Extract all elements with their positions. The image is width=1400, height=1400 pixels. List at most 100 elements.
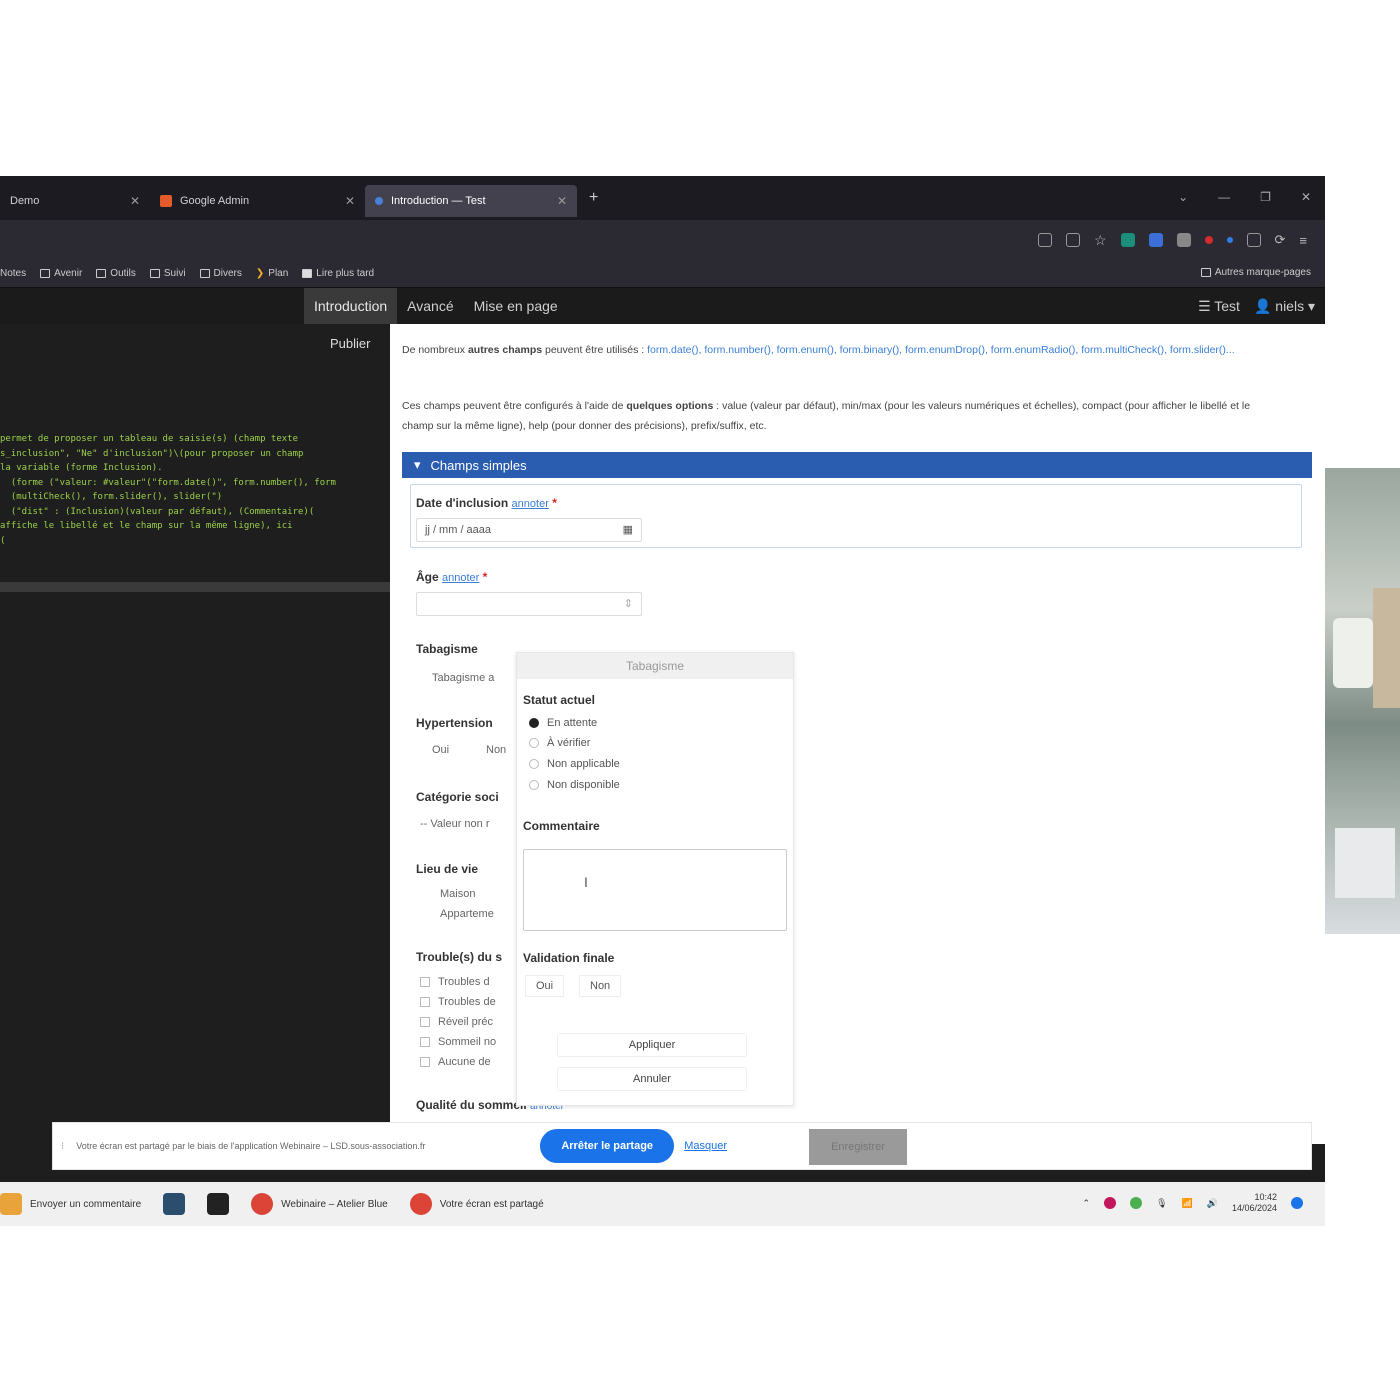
- taskbar-item[interactable]: Webinaire – Atelier Blue: [251, 1193, 388, 1215]
- radio-button[interactable]: [529, 718, 539, 728]
- dot-icon[interactable]: [1226, 237, 1233, 243]
- validation-no[interactable]: Non: [579, 975, 622, 997]
- age-input[interactable]: ⇕: [416, 592, 642, 616]
- checkbox[interactable]: [420, 1017, 430, 1028]
- minimize-icon[interactable]: —: [1218, 190, 1230, 204]
- stepper-icon[interactable]: ⇕: [624, 597, 633, 610]
- section-header[interactable]: ▾ Champs simples: [402, 452, 1312, 478]
- stop-sharing-button[interactable]: Arrêter le partage: [540, 1129, 675, 1163]
- date-input[interactable]: jj / mm / aaaa ▦: [416, 518, 642, 542]
- field-links[interactable]: form.date(), form.number(), form.enum(),…: [647, 344, 1235, 356]
- browser-tab-demo[interactable]: Demo ✕: [0, 185, 150, 217]
- bookmark-item[interactable]: Avenir: [40, 268, 82, 279]
- status-option[interactable]: À vérifier: [529, 737, 590, 749]
- restore-icon[interactable]: ❐: [1260, 190, 1271, 204]
- publish-button[interactable]: Publier: [330, 336, 370, 351]
- extension-icon[interactable]: [1148, 233, 1163, 247]
- annotate-link[interactable]: annoter: [512, 498, 549, 510]
- close-window-icon[interactable]: ✕: [1301, 190, 1311, 204]
- close-icon[interactable]: ✕: [130, 194, 140, 208]
- checkbox[interactable]: [420, 1057, 430, 1068]
- status-option[interactable]: Non disponible: [529, 779, 620, 791]
- chevron-down-icon[interactable]: ⌄: [1178, 190, 1188, 204]
- csp-select[interactable]: -- Valeur non r: [420, 818, 490, 830]
- taskbar-item[interactable]: [163, 1193, 186, 1215]
- bookmark-item[interactable]: Divers: [199, 268, 242, 279]
- tray-app-icon[interactable]: [1130, 1197, 1143, 1209]
- reader-icon[interactable]: [1037, 233, 1052, 247]
- record-icon[interactable]: [1204, 236, 1213, 244]
- tab-avance[interactable]: Avancé: [397, 288, 463, 324]
- folder-icon: [149, 269, 160, 278]
- wifi-icon[interactable]: 📶: [1182, 1198, 1193, 1209]
- comment-textarea[interactable]: I: [523, 849, 787, 931]
- screen-share-bar: ⁝ Votre écran est partagé par le biais d…: [52, 1122, 1312, 1170]
- chevron-up-icon[interactable]: ⌃: [1083, 1198, 1091, 1209]
- bookmark-item[interactable]: Lire plus tard: [302, 268, 374, 279]
- tabac-select[interactable]: Tabagisme a: [432, 672, 494, 684]
- status-option[interactable]: En attente: [529, 717, 597, 729]
- troubles-option[interactable]: Sommeil no: [420, 1036, 496, 1048]
- code-line: affiche le libellé et le champ sur la mê…: [0, 521, 293, 531]
- radio-button[interactable]: [529, 759, 539, 769]
- volume-icon[interactable]: 🔊: [1207, 1198, 1218, 1209]
- menu-icon[interactable]: ≡: [1299, 233, 1307, 248]
- troubles-option[interactable]: Réveil préc: [420, 1016, 493, 1028]
- extension-icon[interactable]: [1176, 233, 1191, 247]
- calendar-icon[interactable]: ▦: [623, 523, 633, 536]
- sync-icon[interactable]: ⟳: [1275, 232, 1286, 248]
- user-menu[interactable]: 👤 niels ▾: [1254, 298, 1315, 315]
- taskbar-item[interactable]: Envoyer un commentaire: [0, 1193, 141, 1215]
- bookmark-item[interactable]: Suivi: [149, 268, 186, 279]
- puzzle-icon[interactable]: [1246, 233, 1261, 247]
- radio-button[interactable]: [529, 780, 539, 790]
- status-option[interactable]: Non applicable: [529, 758, 620, 770]
- close-icon[interactable]: ✕: [557, 194, 567, 208]
- star-icon[interactable]: ☆: [1094, 232, 1107, 249]
- code-content[interactable]: permet de proposer un tableau de saisie(…: [0, 432, 390, 548]
- apply-button[interactable]: Appliquer: [557, 1033, 747, 1057]
- taskbar-item[interactable]: [207, 1193, 230, 1215]
- bookmark-item[interactable]: Notes: [0, 268, 26, 279]
- notification-icon[interactable]: [1291, 1197, 1303, 1209]
- tab-introduction[interactable]: Introduction: [304, 288, 398, 324]
- grid-icon[interactable]: [1065, 233, 1080, 247]
- annotate-link[interactable]: annoter: [442, 572, 479, 584]
- validation-yes[interactable]: Oui: [525, 975, 565, 997]
- mic-icon[interactable]: 🎙: [1156, 1198, 1167, 1209]
- checkbox[interactable]: [420, 1037, 430, 1048]
- lieu-label: Lieu de vie: [416, 862, 479, 876]
- lieu-option[interactable]: Apparteme: [440, 908, 494, 920]
- save-button[interactable]: Enregistrer: [809, 1129, 907, 1165]
- editor-scrollbar[interactable]: [0, 582, 390, 592]
- troubles-option[interactable]: Aucune de: [420, 1056, 491, 1068]
- lieu-option[interactable]: Maison: [440, 888, 475, 900]
- troubles-option[interactable]: Troubles d: [420, 976, 490, 988]
- bookmark-item[interactable]: ❯ Plan: [256, 268, 288, 279]
- close-icon[interactable]: ✕: [345, 194, 355, 208]
- cancel-button[interactable]: Annuler: [557, 1067, 747, 1091]
- taskbar-item[interactable]: Votre écran est partagé: [409, 1193, 544, 1215]
- radio-button[interactable]: [529, 738, 539, 748]
- browser-tab-google-admin[interactable]: Google Admin ✕: [150, 185, 365, 217]
- code-editor[interactable]: Publier permet de proposer un tableau de…: [0, 324, 390, 1144]
- tray-app-icon[interactable]: [1104, 1197, 1117, 1209]
- new-tab-button[interactable]: +: [589, 189, 598, 207]
- clock[interactable]: 10:42 14/06/2024: [1232, 1192, 1277, 1214]
- app-icon: [375, 197, 383, 205]
- hta-no[interactable]: Non: [486, 744, 506, 756]
- bookmark-item[interactable]: Outils: [96, 268, 136, 279]
- extension-icon[interactable]: [1120, 233, 1135, 247]
- checkbox[interactable]: [420, 977, 430, 988]
- other-bookmarks[interactable]: Autres marque-pages: [1200, 267, 1311, 278]
- hide-link[interactable]: Masquer: [684, 1140, 727, 1152]
- hta-yes[interactable]: Oui: [432, 744, 449, 756]
- browser-tab-introduction[interactable]: Introduction — Test ✕: [365, 185, 577, 217]
- tab-mise-en-page[interactable]: Mise en page: [464, 288, 568, 324]
- drag-handle-icon[interactable]: ⁝: [61, 1141, 64, 1152]
- troubles-option[interactable]: Troubles de: [420, 996, 496, 1008]
- form-preview: De nombreux autres champs peuvent être u…: [390, 324, 1325, 1144]
- option-text: Réveil préc: [438, 1016, 494, 1028]
- checkbox[interactable]: [420, 997, 430, 1008]
- test-button[interactable]: ☰ Test: [1198, 298, 1240, 315]
